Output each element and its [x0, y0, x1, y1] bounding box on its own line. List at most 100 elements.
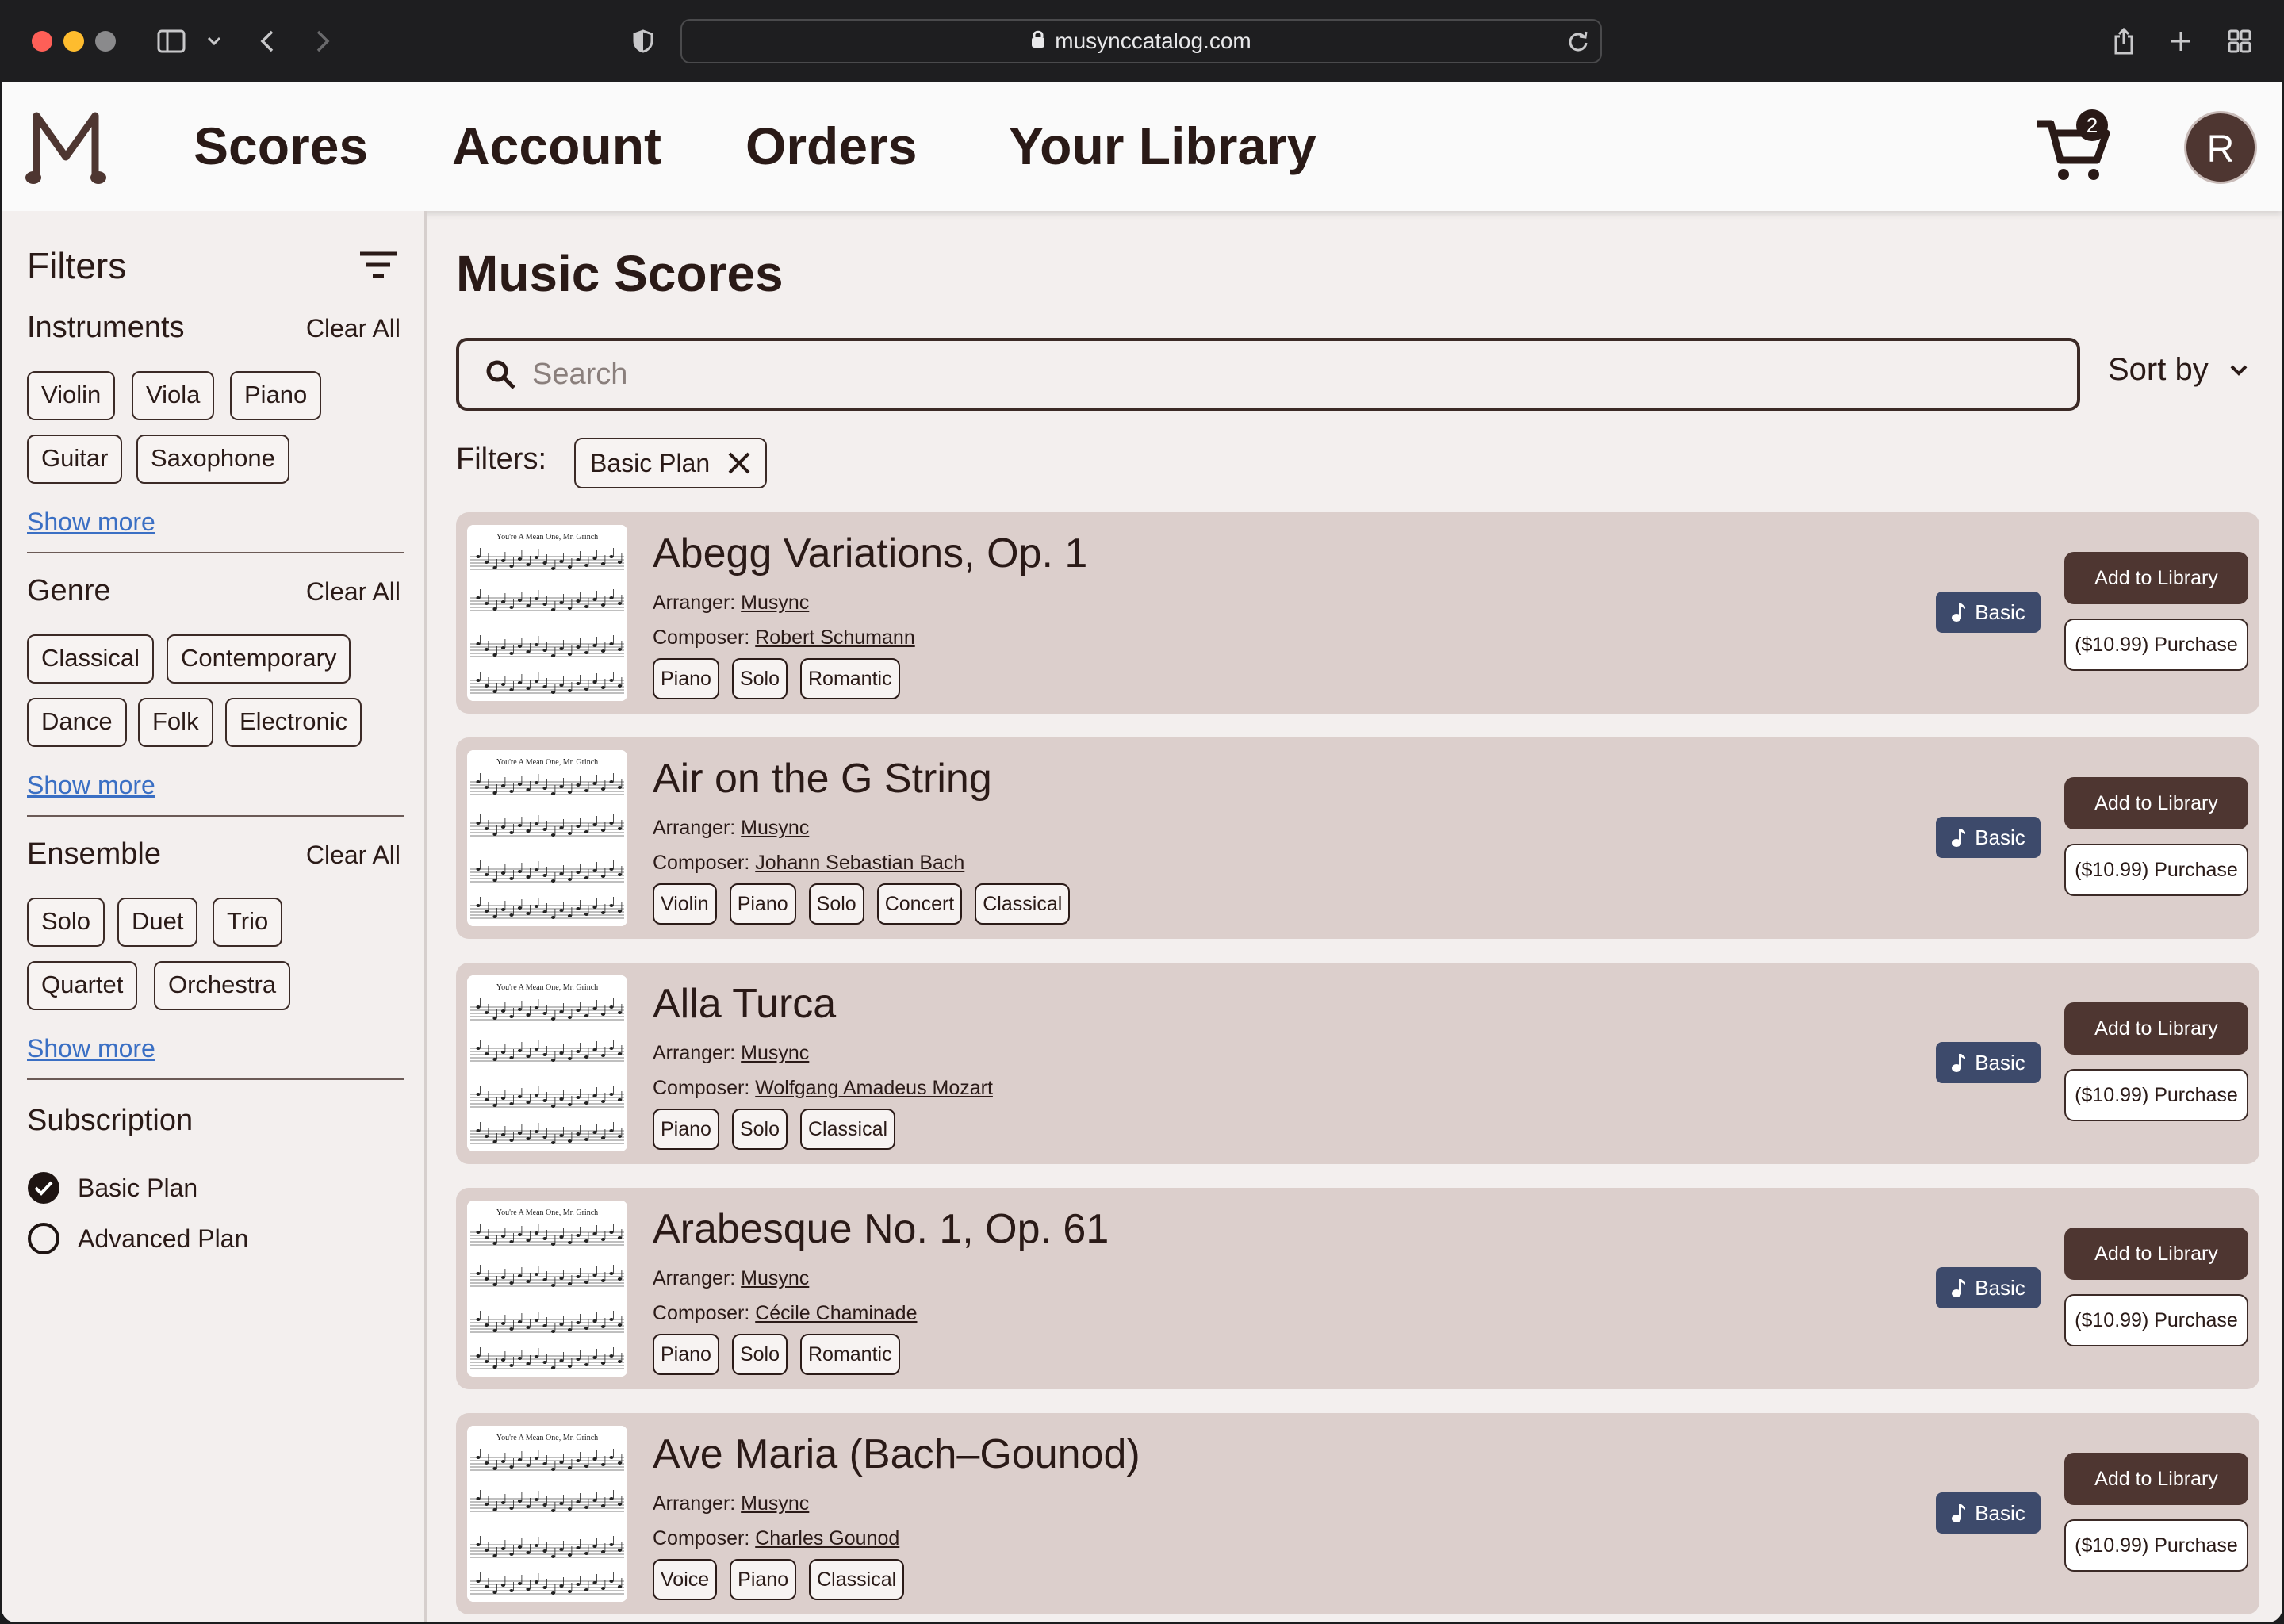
arranger-link[interactable]: Musync — [741, 1492, 809, 1515]
chip-piano[interactable]: Piano — [230, 371, 322, 420]
back-icon[interactable] — [255, 21, 279, 62]
composer-link[interactable]: Johann Sebastian Bach — [755, 852, 964, 874]
chip-contemporary[interactable]: Contemporary — [167, 634, 351, 684]
chip-violin[interactable]: Violin — [27, 371, 116, 420]
sheet-music-image: You're A Mean One, Mr. Grinch — [467, 750, 627, 926]
score-thumbnail[interactable]: You're A Mean One, Mr. Grinch — [467, 525, 627, 701]
share-icon[interactable] — [2111, 21, 2136, 62]
sort-dropdown[interactable]: Sort by — [2108, 352, 2248, 388]
add-to-library-button[interactable]: Add to Library — [2064, 1453, 2248, 1505]
instruments-clear-all[interactable]: Clear All — [306, 314, 400, 343]
checked-circle-icon[interactable] — [27, 1171, 60, 1205]
ensemble-clear-all[interactable]: Clear All — [306, 841, 400, 870]
arranger-link[interactable]: Musync — [741, 592, 809, 614]
plan-badge-label: Basic — [1975, 825, 2025, 849]
composer-link[interactable]: Cécile Chaminade — [755, 1302, 917, 1324]
chip-solo[interactable]: Solo — [27, 898, 105, 947]
empty-circle-icon[interactable] — [27, 1222, 60, 1255]
score-title[interactable]: Abegg Variations, Op. 1 — [653, 530, 1087, 577]
score-title[interactable]: Air on the G String — [653, 755, 992, 802]
app-window: Scores Account Orders Your Library 2 R F… — [0, 82, 2284, 1624]
plan-badge: Basic — [1936, 592, 2041, 633]
purchase-button[interactable]: ($10.99) Purchase — [2064, 1069, 2248, 1121]
nav-account[interactable]: Account — [438, 108, 676, 184]
musync-logo[interactable] — [25, 106, 106, 187]
radio-basic-plan[interactable]: Basic Plan — [27, 1169, 197, 1207]
composer-link[interactable]: Robert Schumann — [755, 626, 915, 649]
privacy-shield-icon[interactable] — [631, 21, 655, 62]
arranger-link[interactable]: Musync — [741, 1042, 809, 1064]
score-card[interactable]: You're A Mean One, Mr. Grinch Abegg Varia… — [456, 512, 2259, 714]
tab-overview-icon[interactable] — [2227, 21, 2252, 62]
chip-saxophone[interactable]: Saxophone — [136, 435, 289, 484]
forward-icon[interactable] — [311, 21, 335, 62]
arranger-label: Arranger: — [653, 1267, 742, 1289]
score-tag: Solo — [731, 1109, 788, 1150]
purchase-button[interactable]: ($10.99) Purchase — [2064, 1294, 2248, 1346]
address-bar[interactable]: musynccatalog.com — [680, 19, 1602, 63]
purchase-button[interactable]: ($10.99) Purchase — [2064, 1519, 2248, 1572]
composer-link[interactable]: Charles Gounod — [755, 1527, 899, 1549]
search-input[interactable] — [532, 357, 2039, 392]
chip-duet[interactable]: Duet — [117, 898, 198, 947]
add-to-library-button[interactable]: Add to Library — [2064, 777, 2248, 829]
subscription-title: Subscription — [27, 1104, 194, 1137]
score-tag: Violin — [653, 883, 717, 925]
nav-your-library[interactable]: Your Library — [994, 108, 1331, 184]
arranger-label: Arranger: — [653, 817, 742, 839]
score-card[interactable]: You're A Mean One, Mr. Grinch Ave Maria (… — [456, 1413, 2259, 1614]
sidebar-toggle-icon[interactable] — [155, 21, 187, 62]
active-filter-chip[interactable]: Basic Plan — [574, 438, 768, 488]
filter-list-icon[interactable] — [358, 251, 398, 279]
arranger-link[interactable]: Musync — [741, 1267, 809, 1289]
purchase-button[interactable]: ($10.99) Purchase — [2064, 619, 2248, 671]
purchase-button[interactable]: ($10.99) Purchase — [2064, 844, 2248, 896]
score-card[interactable]: You're A Mean One, Mr. Grinch Arabesque N… — [456, 1188, 2259, 1389]
nav-orders[interactable]: Orders — [731, 108, 931, 184]
user-avatar[interactable]: R — [2184, 111, 2257, 184]
plan-badge: Basic — [1936, 1267, 2041, 1308]
new-tab-icon[interactable] — [2168, 21, 2194, 62]
score-title[interactable]: Alla Turca — [653, 980, 836, 1028]
composer-link[interactable]: Wolfgang Amadeus Mozart — [755, 1077, 993, 1099]
score-thumbnail[interactable]: You're A Mean One, Mr. Grinch — [467, 750, 627, 926]
genre-show-more[interactable]: Show more — [27, 771, 155, 800]
chip-viola[interactable]: Viola — [132, 371, 215, 420]
score-title[interactable]: Ave Maria (Bach–Gounod) — [653, 1431, 1140, 1478]
instruments-show-more[interactable]: Show more — [27, 508, 155, 537]
chip-quartet[interactable]: Quartet — [27, 961, 138, 1010]
minimize-window-button[interactable] — [63, 31, 84, 52]
chip-orchestra[interactable]: Orchestra — [154, 961, 291, 1010]
chip-electronic[interactable]: Electronic — [225, 698, 362, 747]
nav-scores[interactable]: Scores — [179, 108, 382, 184]
genre-clear-all[interactable]: Clear All — [306, 577, 400, 607]
zoom-window-button[interactable] — [95, 31, 116, 52]
add-to-library-button[interactable]: Add to Library — [2064, 1228, 2248, 1280]
ensemble-show-more[interactable]: Show more — [27, 1034, 155, 1063]
reload-icon[interactable] — [1567, 30, 1589, 58]
chip-folk[interactable]: Folk — [138, 698, 213, 747]
composer-label: Composer: — [653, 1077, 756, 1099]
chip-guitar[interactable]: Guitar — [27, 435, 123, 484]
close-icon[interactable] — [727, 451, 751, 475]
search-bar[interactable] — [456, 338, 2080, 411]
score-thumbnail[interactable]: You're A Mean One, Mr. Grinch — [467, 1426, 627, 1602]
score-thumbnail[interactable]: You're A Mean One, Mr. Grinch — [467, 1201, 627, 1377]
chip-trio[interactable]: Trio — [213, 898, 283, 947]
score-card[interactable]: You're A Mean One, Mr. Grinch Air on the … — [456, 737, 2259, 939]
page-title: Music Scores — [456, 245, 784, 302]
score-title[interactable]: Arabesque No. 1, Op. 61 — [653, 1205, 1109, 1253]
score-tags: Violin Piano Solo Concert Classical — [653, 883, 1083, 925]
score-card[interactable]: You're A Mean One, Mr. Grinch Alla Turca A… — [456, 963, 2259, 1164]
music-note-icon — [1952, 1504, 1966, 1522]
score-thumbnail[interactable]: You're A Mean One, Mr. Grinch — [467, 975, 627, 1151]
chip-classical[interactable]: Classical — [27, 634, 155, 684]
close-window-button[interactable] — [32, 31, 52, 52]
chip-dance[interactable]: Dance — [27, 698, 127, 747]
radio-advanced-plan[interactable]: Advanced Plan — [27, 1220, 248, 1258]
add-to-library-button[interactable]: Add to Library — [2064, 1002, 2248, 1055]
arranger-link[interactable]: Musync — [741, 817, 809, 839]
add-to-library-button[interactable]: Add to Library — [2064, 552, 2248, 604]
chevron-down-icon[interactable] — [205, 21, 224, 62]
score-tag: Solo — [808, 883, 864, 925]
